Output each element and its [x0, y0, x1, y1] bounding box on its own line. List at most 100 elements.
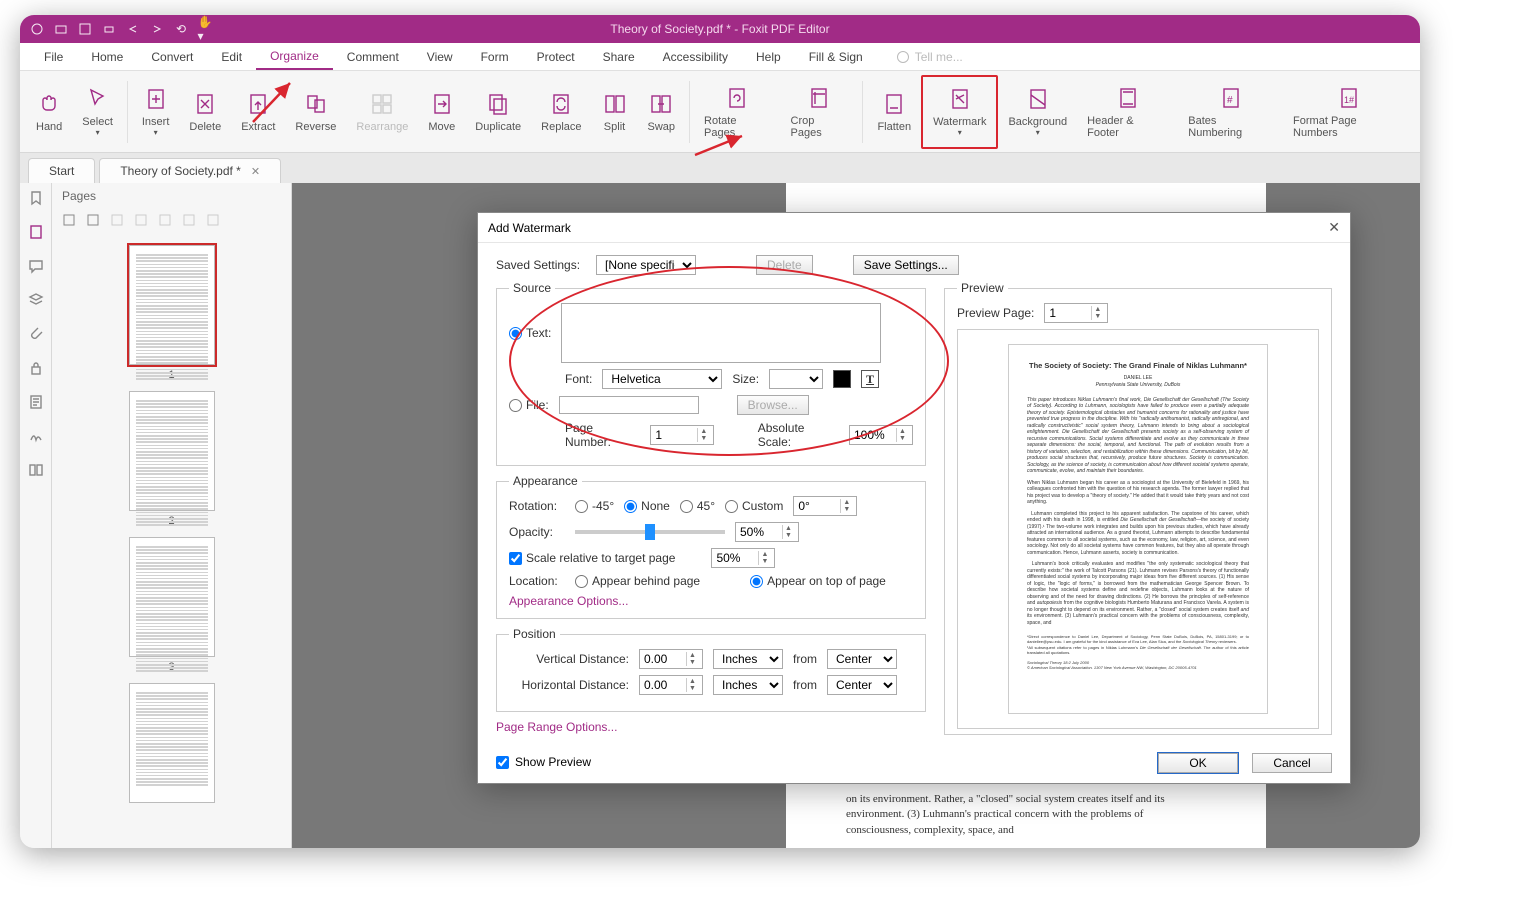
save-settings-button[interactable]: Save Settings...: [853, 255, 959, 275]
rotation-pos45[interactable]: 45°: [680, 499, 715, 513]
menu-form[interactable]: Form: [467, 43, 523, 70]
hdist-unit-select[interactable]: Inches: [713, 675, 783, 695]
vdist-unit-select[interactable]: Inches: [713, 649, 783, 669]
duplicate-pages[interactable]: Duplicate: [465, 75, 531, 149]
location-behind[interactable]: Appear behind page: [575, 574, 700, 588]
swap-pages[interactable]: Swap: [638, 75, 686, 149]
cancel-button[interactable]: Cancel: [1252, 753, 1332, 773]
close-icon[interactable]: ✕: [251, 165, 260, 178]
insert-pages[interactable]: Insert▾: [132, 75, 180, 149]
page-range-options-link[interactable]: Page Range Options...: [496, 720, 617, 734]
rotation-neg45[interactable]: -45°: [575, 499, 614, 513]
thumb-tool-icon[interactable]: [206, 213, 220, 227]
saved-settings-select[interactable]: [None specified]: [596, 255, 696, 275]
split-pages[interactable]: Split: [592, 75, 638, 149]
comments-icon[interactable]: [27, 257, 45, 275]
menu-edit[interactable]: Edit: [207, 43, 256, 70]
rotation-value-spinner[interactable]: ▲▼: [793, 496, 857, 516]
menu-organize[interactable]: Organize: [256, 43, 333, 70]
menu-accessibility[interactable]: Accessibility: [649, 43, 742, 70]
touch-mode-icon[interactable]: ✋▾: [198, 22, 212, 36]
thumb-tool-icon[interactable]: [86, 213, 100, 227]
signature-icon[interactable]: [27, 427, 45, 445]
underline-toggle[interactable]: T: [861, 370, 879, 388]
page-thumbnail[interactable]: for(let i=0;i<40;i++)document.write('<di…: [129, 245, 215, 381]
thumb-tool-icon[interactable]: [182, 213, 196, 227]
watermark-button[interactable]: Watermark▾: [921, 75, 998, 149]
menu-fillsign[interactable]: Fill & Sign: [795, 43, 877, 70]
hand-tool[interactable]: Hand: [26, 75, 72, 149]
hdist-spinner[interactable]: ▲▼: [639, 675, 703, 695]
size-select[interactable]: [769, 369, 823, 389]
scale-spinner[interactable]: ▲▼: [711, 548, 775, 568]
thumb-tool-icon[interactable]: [158, 213, 172, 227]
page-thumbnail[interactable]: for(let i=0;i<30;i++)document.write('<di…: [129, 683, 215, 807]
menu-help[interactable]: Help: [742, 43, 795, 70]
layers-icon[interactable]: [27, 291, 45, 309]
extract-pages[interactable]: Extract: [231, 75, 285, 149]
tab-document[interactable]: Theory of Society.pdf *✕: [99, 158, 281, 183]
header-footer-button[interactable]: Header & Footer: [1077, 75, 1178, 149]
security-icon[interactable]: [27, 359, 45, 377]
compare-icon[interactable]: [27, 461, 45, 479]
close-icon[interactable]: ✕: [1328, 219, 1340, 236]
bates-numbering-button[interactable]: #Bates Numbering: [1178, 75, 1283, 149]
menu-share[interactable]: Share: [589, 43, 649, 70]
thumb-tool-icon[interactable]: [134, 213, 148, 227]
reverse-pages[interactable]: Reverse: [285, 75, 346, 149]
open-icon[interactable]: [54, 22, 68, 36]
menu-comment[interactable]: Comment: [333, 43, 413, 70]
articles-icon[interactable]: [27, 393, 45, 411]
background-button[interactable]: Background▾: [998, 75, 1077, 149]
appearance-options-link[interactable]: Appearance Options...: [509, 594, 628, 608]
flatten-pages[interactable]: Flatten: [867, 75, 921, 149]
replace-pages[interactable]: Replace: [531, 75, 591, 149]
hdist-from-select[interactable]: Center: [827, 675, 897, 695]
show-preview-checkbox[interactable]: Show Preview: [496, 755, 591, 769]
tell-me-search[interactable]: Tell me...: [897, 50, 963, 64]
opacity-spinner[interactable]: ▲▼: [735, 522, 799, 542]
location-ontop[interactable]: Appear on top of page: [750, 574, 886, 588]
vdist-from-select[interactable]: Center: [827, 649, 897, 669]
rotation-none[interactable]: None: [624, 499, 670, 513]
font-select[interactable]: Helvetica: [602, 369, 722, 389]
attachments-icon[interactable]: [27, 325, 45, 343]
file-path-input[interactable]: [559, 396, 699, 414]
format-page-numbers-button[interactable]: 1#Format Page Numbers: [1283, 75, 1414, 149]
tab-start[interactable]: Start: [28, 158, 95, 183]
menu-convert[interactable]: Convert: [137, 43, 207, 70]
thumb-tool-icon[interactable]: [62, 213, 76, 227]
rotation-custom[interactable]: Custom: [725, 499, 783, 513]
scale-checkbox[interactable]: Scale relative to target page: [509, 551, 675, 565]
crop-pages[interactable]: Crop Pages: [781, 75, 859, 149]
thumb-tool-icon[interactable]: [110, 213, 124, 227]
delete-pages[interactable]: Delete: [179, 75, 231, 149]
menu-bar: File Home Convert Edit Organize Comment …: [20, 43, 1420, 71]
absolute-scale-spinner[interactable]: ▲▼: [849, 425, 913, 445]
pages-icon[interactable]: [27, 223, 45, 241]
menu-file[interactable]: File: [30, 43, 77, 70]
color-picker[interactable]: [833, 370, 851, 388]
menu-protect[interactable]: Protect: [523, 43, 589, 70]
file-radio[interactable]: File:: [509, 398, 549, 412]
menu-view[interactable]: View: [413, 43, 467, 70]
save-icon[interactable]: [78, 22, 92, 36]
ok-button[interactable]: OK: [1158, 753, 1238, 773]
page-number-spinner[interactable]: ▲▼: [650, 425, 714, 445]
page-thumbnail[interactable]: for(let i=0;i<40;i++)document.write('<di…: [129, 537, 215, 673]
menu-home[interactable]: Home: [77, 43, 137, 70]
page-thumbnail[interactable]: for(let i=0;i<40;i++)document.write('<di…: [129, 391, 215, 527]
text-radio[interactable]: Text:: [509, 326, 551, 340]
move-pages[interactable]: Move: [418, 75, 465, 149]
bookmark-icon[interactable]: [27, 189, 45, 207]
preview-page-spinner[interactable]: ▲▼: [1044, 303, 1108, 323]
redo-icon[interactable]: ⟲: [174, 22, 188, 36]
print-icon[interactable]: [102, 22, 116, 36]
undo-icon[interactable]: [126, 22, 140, 36]
select-tool[interactable]: Select▾: [72, 75, 123, 149]
redo-icon[interactable]: [150, 22, 164, 36]
rotate-pages[interactable]: Rotate Pages: [694, 75, 780, 149]
vdist-spinner[interactable]: ▲▼: [639, 649, 703, 669]
watermark-text-input[interactable]: [561, 303, 881, 363]
opacity-slider[interactable]: [575, 530, 725, 534]
